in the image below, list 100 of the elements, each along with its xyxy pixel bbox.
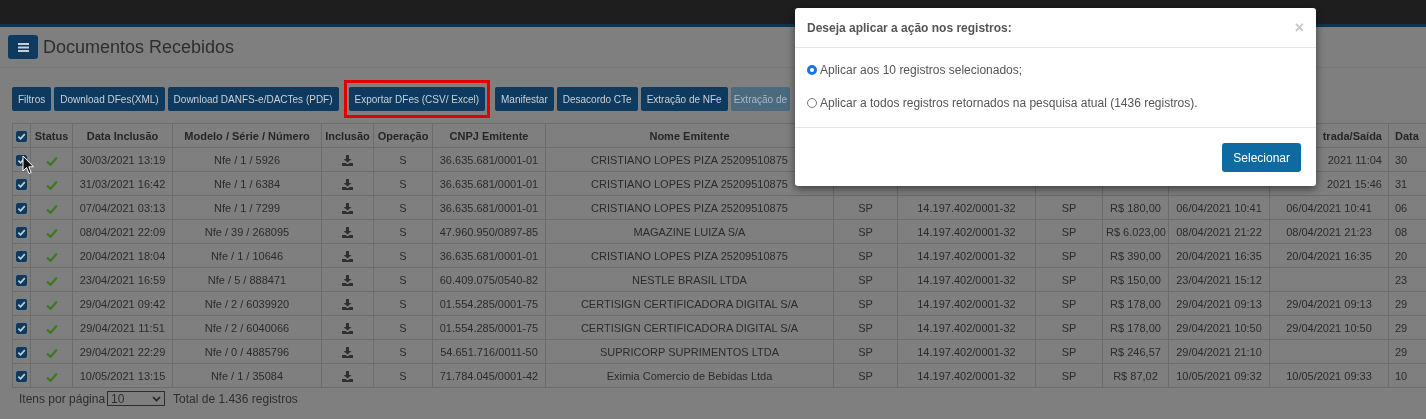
table-cell: 60.409.075/0540-82 xyxy=(439,273,539,286)
table-cell: SP xyxy=(858,273,873,286)
download-icon[interactable] xyxy=(342,274,353,286)
table-cell: S xyxy=(399,369,407,382)
checkbox[interactable] xyxy=(16,370,27,382)
check-icon xyxy=(45,275,58,286)
radio-button[interactable] xyxy=(807,65,817,75)
table-cell: 29/04/2021 11:51 xyxy=(80,321,165,334)
download-icon[interactable] xyxy=(342,202,353,214)
table-cell: 29/04/2021 21:10 xyxy=(1176,345,1262,358)
check-icon xyxy=(45,251,58,262)
column-header: Nome Emitente xyxy=(649,129,730,142)
toolbar-button[interactable]: Filtros xyxy=(12,87,52,111)
toolbar-button[interactable]: Extração de NFe xyxy=(640,87,728,111)
table-cell: Nfe / 39 / 268095 xyxy=(204,225,290,238)
table-cell: S xyxy=(399,345,407,358)
total-records: Total de 1.436 registros xyxy=(173,391,298,406)
checkbox[interactable] xyxy=(16,346,27,358)
table-cell: 14.197.402/0001-32 xyxy=(917,297,1016,310)
menu-button[interactable] xyxy=(8,35,38,59)
checkbox[interactable] xyxy=(16,298,27,310)
check-icon xyxy=(45,347,58,358)
table-cell: 54.651.716/0011-50 xyxy=(440,345,538,358)
radio-label[interactable]: Aplicar a todos registros retornados na pesquisa atual (1436 registros). xyxy=(820,96,1198,110)
column-header: Data Inclusão xyxy=(86,129,159,142)
table-cell: 06/04/2021 10:41 xyxy=(1286,201,1372,214)
check-icon xyxy=(17,347,26,357)
table-cell: 29/04/2021 09:42 xyxy=(79,297,166,310)
table-cell: 14.197.402/0001-32 xyxy=(917,369,1016,382)
checkbox[interactable] xyxy=(16,250,27,262)
table-cell: 29 xyxy=(1395,321,1408,334)
check-icon xyxy=(17,179,26,189)
table-cell: Nfe / 2 / 6039920 xyxy=(204,297,290,310)
checkbox[interactable] xyxy=(16,226,27,238)
chevron-down-icon xyxy=(152,395,162,402)
download-icon[interactable] xyxy=(342,178,353,190)
download-icon[interactable] xyxy=(342,370,353,382)
table-cell: R$ 6.023,00 xyxy=(1106,225,1166,238)
table-cell: SP xyxy=(858,249,873,262)
check-icon xyxy=(45,323,58,334)
toolbar-button[interactable]: Exportar DFes (CSV/ Excel) xyxy=(348,87,486,111)
check-icon xyxy=(17,251,26,261)
checkbox[interactable] xyxy=(16,322,27,334)
download-icon[interactable] xyxy=(342,322,353,334)
table-cell: SP xyxy=(1061,225,1077,238)
table-cell: 10/05/2021 09:32 xyxy=(1176,369,1262,382)
table-cell: 71.784.045/0001-42 xyxy=(439,369,539,382)
column-header: trada/Saída xyxy=(1322,129,1382,142)
column-header: Inclusão xyxy=(325,129,370,142)
select-button[interactable]: Selecionar xyxy=(1222,143,1301,172)
table-cell: SP xyxy=(858,297,873,310)
table-cell: R$ 246,57 xyxy=(1110,345,1161,358)
table-cell: CRISTIANO LOPES PIZA 25209510875 xyxy=(591,177,788,190)
download-icon[interactable] xyxy=(342,154,353,166)
checkbox[interactable] xyxy=(16,202,27,214)
table-cell: 29/04/2021 22:29 xyxy=(79,345,166,358)
table-cell: 14.197.402/0001-32 xyxy=(917,249,1016,262)
table-cell: S xyxy=(399,225,407,238)
check-icon xyxy=(45,371,58,382)
table-cell: 20/04/2021 16:35 xyxy=(1286,249,1372,262)
table-cell: CERTISIGN CERTIFICADORA DIGITAL S/A xyxy=(580,297,799,310)
table-cell: CRISTIANO LOPES PIZA 25209510875 xyxy=(591,249,788,262)
checkbox[interactable] xyxy=(16,178,27,190)
table-cell: 29/04/2021 10:50 xyxy=(1286,321,1372,334)
table-cell: R$ 390,00 xyxy=(1110,249,1161,262)
table-cell: SP xyxy=(1061,369,1077,382)
download-icon[interactable] xyxy=(342,250,353,262)
download-icon[interactable] xyxy=(342,298,353,310)
table-cell: 23 xyxy=(1395,273,1408,286)
check-icon xyxy=(17,203,26,213)
table-cell: S xyxy=(399,321,407,334)
table-cell: 06 xyxy=(1395,201,1408,214)
table-cell: 08/04/2021 21:23 xyxy=(1286,225,1372,238)
check-icon xyxy=(17,131,26,141)
toolbar-button[interactable]: Download DANFS-e/DACTes (PDF) xyxy=(167,87,339,111)
column-header: Modelo / Série / Número xyxy=(184,129,310,142)
check-icon xyxy=(45,227,58,238)
table-cell: SP xyxy=(1061,201,1077,214)
toolbar-button[interactable]: Manifestar xyxy=(495,87,554,111)
table-cell: CRISTIANO LOPES PIZA 25209510875 xyxy=(591,201,788,214)
checkbox[interactable] xyxy=(16,130,27,142)
page-title: Documentos Recebidos xyxy=(43,36,235,58)
column-header: Status xyxy=(34,129,69,142)
toolbar-button[interactable]: Desacordo CTe xyxy=(556,87,638,111)
table-cell: 29/04/2021 09:13 xyxy=(1286,297,1372,310)
table-cell: SP xyxy=(1061,321,1077,334)
table-cell: S xyxy=(399,177,407,190)
table-cell: 07/04/2021 03:13 xyxy=(79,201,166,214)
table-cell: 29 xyxy=(1395,345,1408,358)
table-cell: NESTLE BRASIL LTDA xyxy=(632,273,747,286)
check-icon xyxy=(45,203,58,214)
table-cell: SP xyxy=(858,369,873,382)
toolbar-button[interactable]: Download DFes(XML) xyxy=(54,87,165,111)
table-cell: R$ 87,02 xyxy=(1113,369,1158,382)
radio-label[interactable]: Aplicar aos 10 registros selecionados; xyxy=(820,63,1023,77)
checkbox[interactable] xyxy=(16,274,27,286)
download-icon[interactable] xyxy=(342,346,353,358)
check-icon xyxy=(17,275,26,285)
check-icon xyxy=(17,227,26,237)
download-icon[interactable] xyxy=(342,226,353,238)
